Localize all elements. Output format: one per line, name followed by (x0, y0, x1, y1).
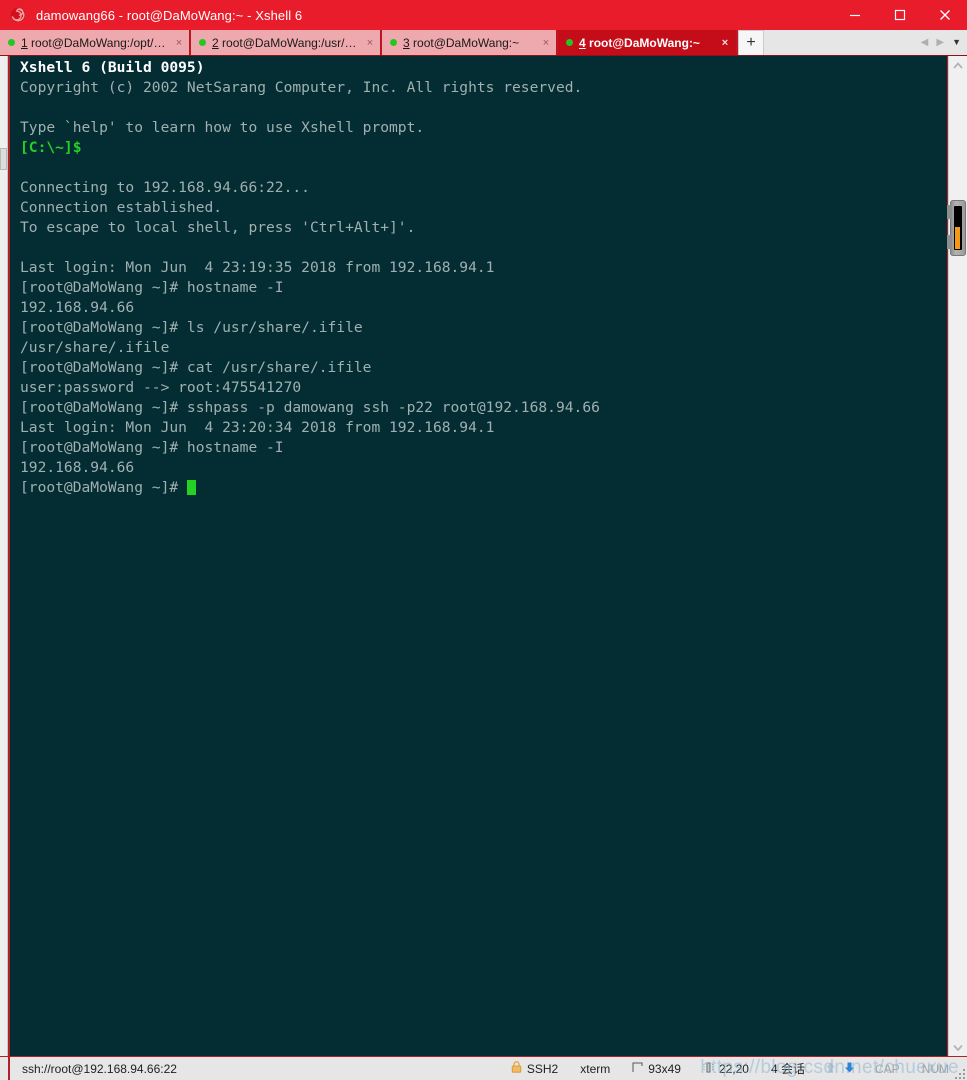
status-caps-label: CAP (874, 1061, 900, 1076)
tab-status-dot-icon (199, 39, 206, 46)
terminal-line: Xshell 6 (Build 0095) (20, 59, 205, 76)
scroll-down-icon[interactable] (949, 1038, 967, 1056)
tab-prev-icon[interactable]: ◀ (921, 37, 929, 48)
status-sessions-label: 4 会话 (770, 1062, 805, 1076)
terminal-line: Last login: Mon Jun 4 23:19:35 2018 from… (20, 259, 495, 276)
terminal-line: [root@DaMoWang ~]# (20, 478, 947, 498)
status-cursor-position[interactable]: 22,20 (692, 1057, 760, 1080)
terminal-line: [root@DaMoWang ~]# sshpass -p damowang s… (20, 399, 600, 416)
tab-1[interactable]: 1 root@DaMoWang:/opt/ope... × (0, 30, 190, 55)
tab-4-close-icon[interactable]: × (719, 37, 731, 49)
terminal-line: [C:\~]$ (20, 139, 82, 156)
minimize-button[interactable] (832, 0, 877, 30)
tab-status-dot-icon (390, 39, 397, 46)
terminal-line: To escape to local shell, press 'Ctrl+Al… (20, 219, 416, 236)
tab-status-dot-icon (566, 39, 573, 46)
status-connection: ssh://root@192.168.94.66:22 (8, 1056, 500, 1080)
resize-icon (632, 1062, 643, 1076)
upload-arrow-icon[interactable] (824, 1061, 837, 1077)
terminal-line: [root@DaMoWang ~]# hostname -I (20, 279, 284, 296)
terminal-line: Connecting to 192.168.94.66:22... (20, 179, 310, 196)
terminal-line: [root@DaMoWang ~]# hostname -I (20, 439, 284, 456)
terminal-line: Copyright (c) 2002 NetSarang Computer, I… (20, 79, 583, 96)
close-button[interactable] (922, 0, 967, 30)
tab-4[interactable]: 4 root@DaMoWang:~ × (558, 30, 736, 55)
terminal-line: Connection established. (20, 199, 223, 216)
status-size-label: 93x49 (648, 1061, 681, 1076)
window-resize-grip[interactable] (953, 1057, 967, 1080)
tab-1-close-icon[interactable]: × (173, 37, 185, 49)
terminal-cursor (186, 480, 196, 495)
tab-1-label: 1 root@DaMoWang:/opt/ope... (21, 35, 167, 50)
terminal-line: 192.168.94.66 (20, 299, 135, 316)
terminal-output[interactable]: Xshell 6 (Build 0095) Copyright (c) 2002 … (10, 56, 947, 1056)
tab-3-close-icon[interactable]: × (540, 37, 552, 49)
window-title: damowang66 - root@DaMoWang:~ - Xshell 6 (36, 7, 303, 23)
status-indicators: SSH2 xterm 93x49 22,20 4 会话 CAP NUM (500, 1057, 967, 1080)
terminal-line: 192.168.94.66 (20, 459, 135, 476)
terminal-scrollbar[interactable] (947, 56, 967, 1056)
left-panel-splitter[interactable] (0, 56, 8, 1056)
xshell-spiral-icon (0, 0, 28, 30)
status-caps-lock: CAP (864, 1057, 911, 1080)
status-num-label: NUM (921, 1061, 949, 1076)
terminal-line: [root@DaMoWang ~]# cat /usr/share/.ifile (20, 359, 372, 376)
status-transfer-icons (816, 1061, 864, 1077)
title-bar[interactable]: damowang66 - root@DaMoWang:~ - Xshell 6 (0, 0, 967, 30)
tab-3[interactable]: 3 root@DaMoWang:~ × (382, 30, 557, 55)
tab-bar: 1 root@DaMoWang:/opt/ope... × 2 root@DaM… (0, 30, 967, 56)
terminal-line: Type `help' to learn how to use Xshell p… (20, 119, 425, 136)
scrollbar-track[interactable] (947, 74, 967, 1038)
terminal-line: /usr/share/.ifile (20, 339, 170, 356)
scroll-up-icon[interactable] (949, 56, 967, 74)
download-arrow-icon[interactable] (843, 1061, 856, 1077)
status-protocol[interactable]: SSH2 (500, 1057, 569, 1080)
tab-2-number: 2 (212, 35, 219, 50)
tab-1-number: 1 (21, 35, 28, 50)
terminal-line: user:password --> root:475541270 (20, 379, 302, 396)
lock-icon (511, 1061, 522, 1076)
scrollbar-thumb-notch (947, 235, 952, 249)
tab-2[interactable]: 2 root@DaMoWang:/usr/share × (191, 30, 381, 55)
window-controls (832, 0, 967, 30)
terminal-panel[interactable]: Xshell 6 (Build 0095) Copyright (c) 2002 … (8, 56, 948, 1056)
splitter-grip-handle[interactable] (0, 148, 7, 170)
tab-4-label: 4 root@DaMoWang:~ (579, 35, 700, 50)
status-protocol-label: SSH2 (526, 1061, 559, 1076)
new-tab-button[interactable]: + (738, 30, 764, 55)
cursor-position-icon (703, 1062, 714, 1076)
tab-bar-overflow: ◀ ▶ ▼ (764, 30, 967, 55)
scrollbar-thumb-notch (947, 205, 952, 219)
status-cursor-label: 22,20 (718, 1061, 749, 1076)
tab-3-number: 3 (403, 35, 410, 50)
terminal-line: [root@DaMoWang ~]# ls /usr/share/.ifile (20, 319, 363, 336)
status-terminal-type-label: xterm (580, 1061, 611, 1076)
tab-2-close-icon[interactable]: × (364, 37, 376, 49)
status-size[interactable]: 93x49 (621, 1057, 692, 1080)
tab-list-dropdown-icon[interactable]: ▼ (952, 38, 961, 47)
xshell-window: damowang66 - root@DaMoWang:~ - Xshell 6 … (0, 0, 967, 1080)
tab-4-number: 4 (579, 35, 586, 50)
tab-next-icon[interactable]: ▶ (936, 37, 944, 48)
tab-3-label: 3 root@DaMoWang:~ (403, 35, 520, 50)
main-area: Xshell 6 (Build 0095) Copyright (c) 2002 … (0, 56, 967, 1056)
tab-2-label: 2 root@DaMoWang:/usr/share (212, 35, 358, 50)
status-terminal-type[interactable]: xterm (569, 1057, 621, 1080)
terminal-line: Last login: Mon Jun 4 23:20:34 2018 from… (20, 419, 495, 436)
tab-status-dot-icon (8, 39, 15, 46)
status-num-lock: NUM (911, 1057, 953, 1080)
scrollbar-position-indicator (955, 227, 960, 249)
status-sessions[interactable]: 4 会话 (760, 1057, 816, 1080)
maximize-button[interactable] (877, 0, 922, 30)
status-bar: ssh://root@192.168.94.66:22 SSH2 xterm 9… (0, 1056, 967, 1080)
scrollbar-thumb[interactable] (947, 200, 966, 256)
